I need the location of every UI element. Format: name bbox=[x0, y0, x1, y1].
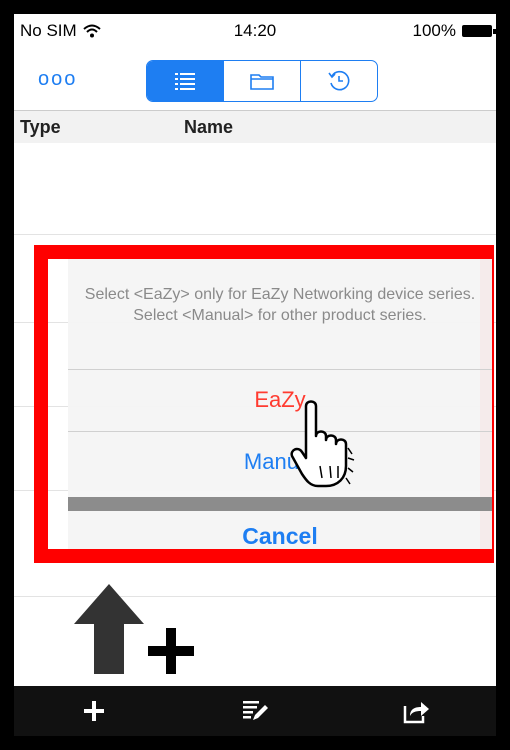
battery: 100% bbox=[412, 21, 496, 41]
clock-history-icon bbox=[328, 70, 350, 91]
share-icon bbox=[403, 702, 429, 724]
column-name: Name bbox=[184, 117, 234, 137]
up-arrow-icon bbox=[74, 584, 144, 674]
battery-icon bbox=[462, 25, 496, 37]
action-sheet: Select <EaZy> only for EaZy Networking d… bbox=[68, 259, 492, 549]
action-sheet-message: Select <EaZy> only for EaZy Networking d… bbox=[84, 286, 476, 324]
sheet-divider bbox=[68, 431, 492, 432]
list-icon bbox=[175, 73, 195, 90]
pointing-hand-icon bbox=[290, 400, 355, 488]
cancel-button[interactable]: Cancel bbox=[68, 523, 492, 550]
more-button[interactable]: ooo bbox=[38, 68, 77, 91]
segment-history[interactable] bbox=[300, 61, 377, 101]
view-segmented-control bbox=[146, 60, 378, 102]
add-button[interactable] bbox=[64, 691, 124, 731]
device-frame: No SIM 14:20 100% ooo Type Name Select <… bbox=[0, 0, 510, 750]
segment-list[interactable] bbox=[147, 61, 223, 101]
nav-bar: ooo bbox=[14, 48, 496, 110]
manual-button[interactable]: Manual bbox=[68, 449, 492, 475]
sheet-divider bbox=[68, 369, 492, 370]
row-divider bbox=[14, 234, 496, 235]
screen: No SIM 14:20 100% ooo Type Name Select <… bbox=[14, 14, 496, 736]
edit-button[interactable] bbox=[225, 691, 285, 731]
edit-list-icon bbox=[242, 701, 268, 720]
plus-annotation-icon bbox=[148, 628, 194, 674]
table-header: Type Name bbox=[14, 110, 496, 143]
bottom-toolbar bbox=[14, 686, 496, 736]
sheet-separator bbox=[68, 497, 492, 511]
highlight-box: Select <EaZy> only for EaZy Networking d… bbox=[34, 245, 494, 563]
plus-icon bbox=[84, 701, 105, 721]
column-type: Type bbox=[20, 117, 61, 137]
export-button[interactable] bbox=[386, 691, 446, 731]
status-bar: No SIM 14:20 100% bbox=[14, 14, 496, 48]
segment-folder[interactable] bbox=[223, 61, 300, 101]
folder-icon bbox=[250, 74, 274, 90]
eazy-button[interactable]: EaZy bbox=[68, 387, 492, 413]
battery-percent: 100% bbox=[412, 21, 456, 40]
